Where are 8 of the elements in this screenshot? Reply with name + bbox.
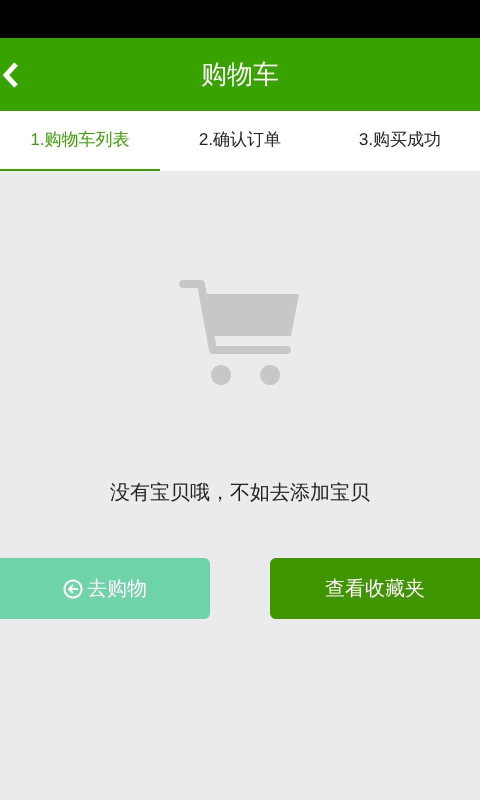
cart-icon <box>179 280 301 386</box>
favorites-button[interactable]: 查看收藏夹 <box>270 558 480 619</box>
step-tab[interactable]: 3.购买成功 <box>320 111 480 171</box>
step-tab[interactable]: 2.确认订单 <box>160 111 320 171</box>
empty-message: 没有宝贝哦，不如去添加宝贝 <box>110 481 370 506</box>
back-icon <box>3 61 19 89</box>
step-tab[interactable]: 1.购物车列表 <box>0 111 160 171</box>
header-title: 购物车 <box>201 58 279 91</box>
